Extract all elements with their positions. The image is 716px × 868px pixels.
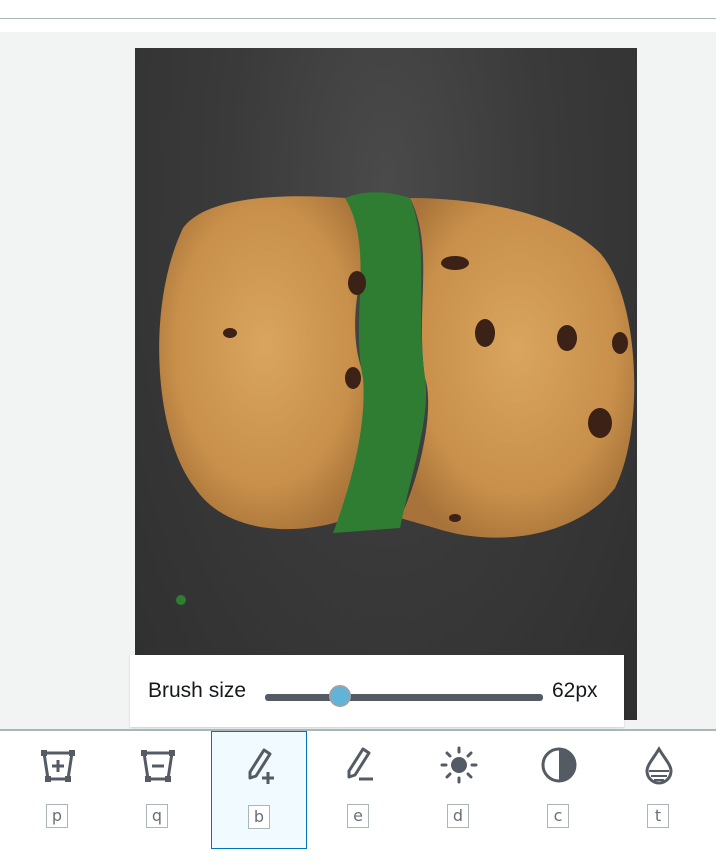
tool-shortcut-key: d [447, 804, 469, 828]
contrast-icon [541, 747, 577, 783]
tool-brush-button[interactable]: b [211, 731, 307, 849]
brightness-icon [440, 746, 478, 784]
brush-size-label: Brush size [148, 679, 247, 702]
brush-size-slider[interactable] [265, 694, 543, 701]
brush-size-slider-thumb[interactable] [329, 685, 352, 707]
brush-size-value: 62px [552, 679, 598, 702]
cookie-photo [159, 192, 635, 605]
add-vertex-icon [41, 750, 75, 782]
tool-shortcut-key: c [547, 804, 569, 828]
brush-size-panel: Brush size 62px [130, 655, 624, 727]
brush-erase-icon [347, 747, 373, 781]
tool-transparency-button[interactable]: t [611, 731, 707, 849]
tool-shortcut-key: q [146, 804, 168, 828]
annotated-image[interactable] [135, 48, 637, 720]
annotation-canvas[interactable]: Brush size 62px [0, 32, 716, 729]
tool-bar: p q b e d c t [10, 731, 710, 851]
tool-remove-vertex-button[interactable]: q [110, 731, 206, 849]
tool-eraser-button[interactable]: e [311, 731, 407, 849]
tool-contrast-button[interactable]: c [511, 731, 607, 849]
remove-vertex-icon [141, 750, 175, 782]
tool-shortcut-key: b [248, 805, 270, 829]
tool-add-vertex-button[interactable]: p [10, 731, 106, 849]
brush-add-icon [248, 748, 274, 784]
tool-brightness-button[interactable]: d [411, 731, 507, 849]
top-divider [0, 18, 716, 19]
tool-shortcut-key: t [647, 804, 669, 828]
tool-shortcut-key: p [46, 804, 68, 828]
tool-shortcut-key: e [347, 804, 369, 828]
transparency-icon [645, 746, 673, 785]
